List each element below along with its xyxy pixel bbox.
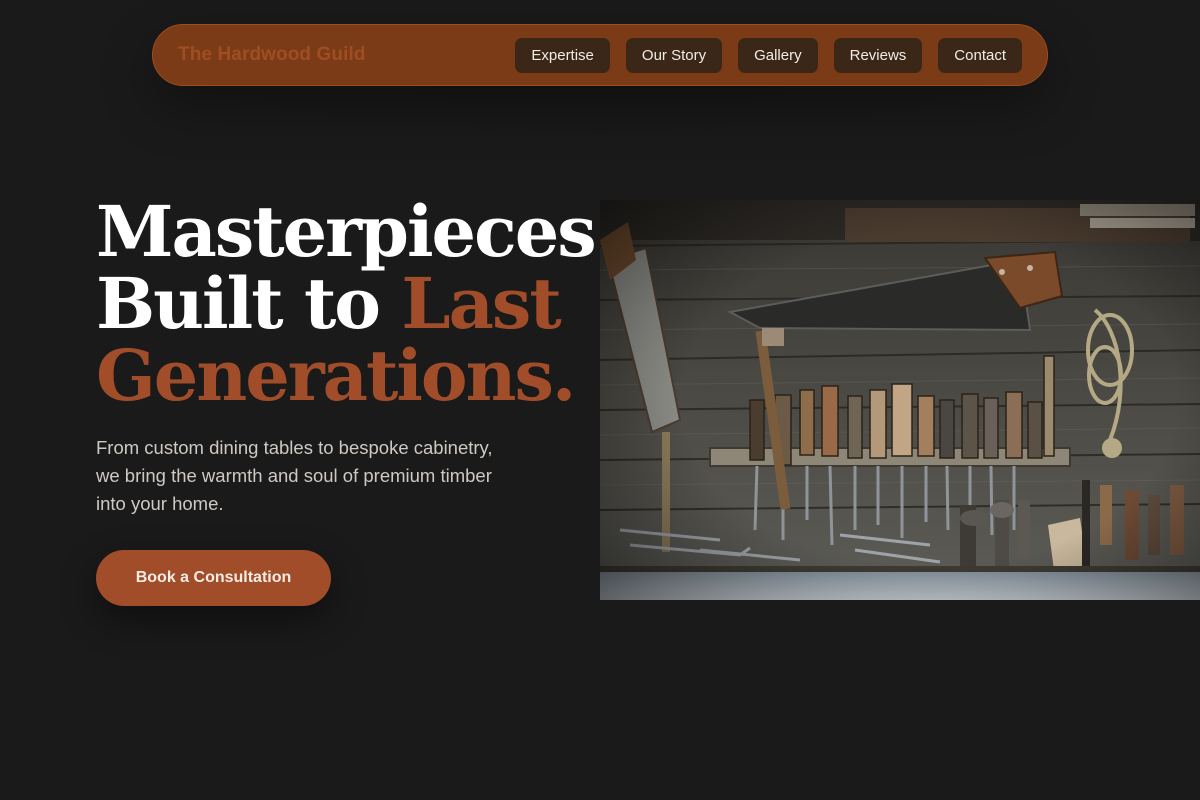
workshop-tools-photo — [600, 200, 1200, 600]
brand-logo-text[interactable]: The Hardwood Guild — [178, 44, 366, 66]
book-consultation-button[interactable]: Book a Consultation — [96, 550, 331, 606]
headline-line-2-accent: Last — [401, 262, 561, 345]
hero-headline: Masterpieces Built to Last Generations. — [96, 196, 597, 412]
nav-links: Expertise Our Story Gallery Reviews Cont… — [515, 37, 1022, 73]
nav-item-expertise[interactable]: Expertise — [515, 37, 610, 73]
workshop-illustration — [600, 200, 1200, 600]
headline-line-1: Masterpieces — [96, 190, 597, 273]
top-navigation-bar: The Hardwood Guild Expertise Our Story G… — [152, 24, 1048, 86]
nav-item-our-story[interactable]: Our Story — [625, 37, 723, 73]
nav-item-contact[interactable]: Contact — [938, 37, 1022, 73]
nav-item-reviews[interactable]: Reviews — [833, 37, 923, 73]
hero-subtitle: From custom dining tables to bespoke cab… — [96, 437, 493, 514]
headline-line-2-start: Built to — [96, 262, 402, 345]
headline-line-3-accent: Generations. — [96, 334, 576, 417]
nav-item-gallery[interactable]: Gallery — [738, 37, 818, 73]
